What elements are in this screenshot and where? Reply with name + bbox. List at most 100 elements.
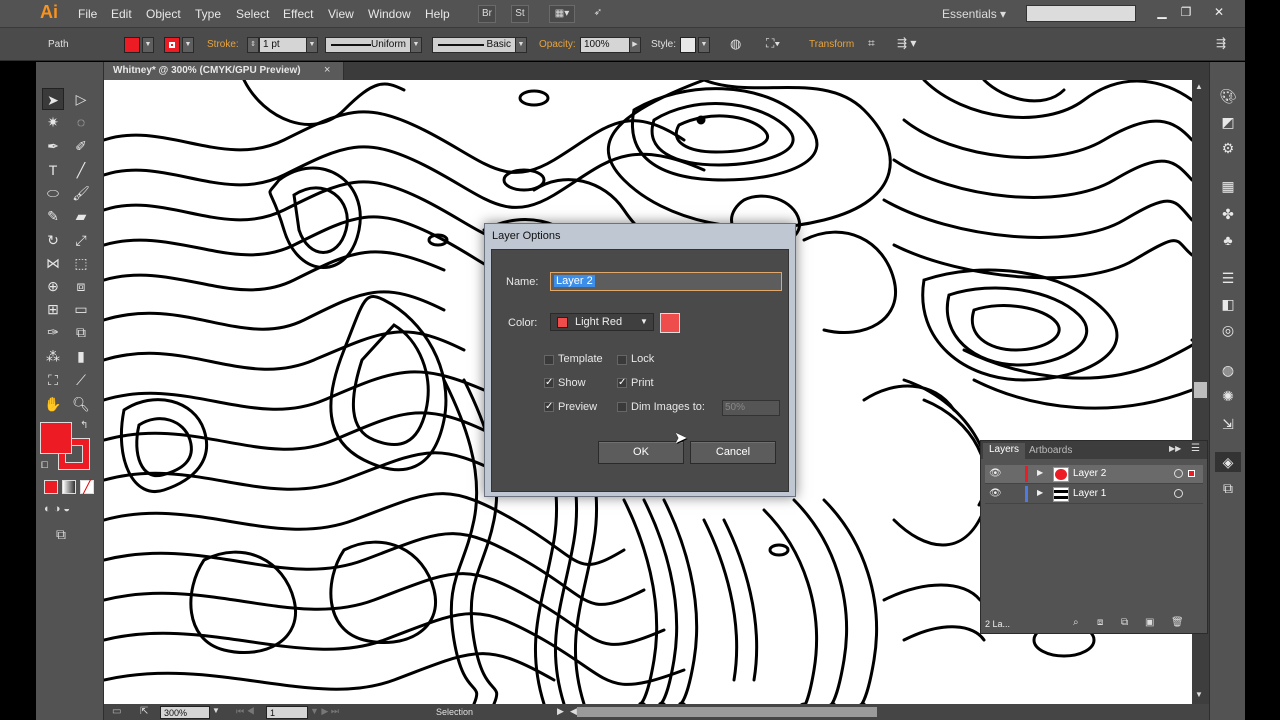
stroke-weight-dropdown-icon[interactable]: ▼ xyxy=(306,37,318,53)
layer-row-1[interactable]: 👁︎ ▶ Layer 1 xyxy=(985,485,1203,504)
status-arrow-icon[interactable]: ▶ xyxy=(557,706,564,717)
layer-name-input[interactable]: Layer 2 xyxy=(550,272,782,291)
document-close-icon[interactable]: × xyxy=(324,64,330,76)
swap-fill-stroke-icon[interactable]: ↰ xyxy=(80,420,88,431)
layer-selection-indicator[interactable] xyxy=(1188,470,1195,477)
isolate-icon[interactable]: ⌗ xyxy=(868,36,875,51)
mesh-tool-icon[interactable]: ⊞ xyxy=(42,298,64,320)
menu-object[interactable]: Object xyxy=(146,7,181,21)
fill-color-box[interactable] xyxy=(40,422,72,454)
show-checkbox[interactable]: ✓ xyxy=(544,378,554,388)
graphic-styles-icon[interactable]: ✺ xyxy=(1215,386,1241,406)
selection-tool-icon[interactable]: ➤ xyxy=(42,88,64,110)
recolor-artwork-icon[interactable]: ◍ xyxy=(730,36,741,52)
stroke-dropdown-icon[interactable]: ▼ xyxy=(182,37,194,53)
template-checkbox[interactable] xyxy=(544,355,554,365)
eraser-tool-icon[interactable]: ▰ xyxy=(70,205,92,227)
profile-dropdown-icon[interactable]: ▼ xyxy=(410,37,422,53)
brush-dropdown-icon[interactable]: ▼ xyxy=(515,37,527,53)
brush-definition[interactable]: Basic xyxy=(432,37,516,53)
scroll-down-icon[interactable]: ▼ xyxy=(1195,690,1203,699)
paintbrush-tool-icon[interactable]: 🖌 xyxy=(70,182,92,204)
stroke-label[interactable]: Stroke: xyxy=(207,39,239,50)
layer-target-icon[interactable] xyxy=(1174,469,1183,478)
direct-selection-tool-icon[interactable]: ▷ xyxy=(70,88,92,110)
zoom-level-field[interactable]: 300% xyxy=(160,706,210,719)
locate-object-icon[interactable]: ⌕ xyxy=(1073,617,1079,628)
stroke-color-swatch[interactable] xyxy=(164,37,180,53)
bridge-button[interactable]: Br xyxy=(478,5,496,23)
line-tool-icon[interactable]: ╱ xyxy=(70,159,92,181)
control-panel-menu-icon[interactable]: ⇶ xyxy=(1216,36,1226,50)
transform-label[interactable]: Transform xyxy=(809,39,854,50)
fill-dropdown-icon[interactable]: ▼ xyxy=(142,37,154,53)
default-fill-stroke-icon[interactable]: ⧠ xyxy=(41,460,48,471)
arrange-documents-icon[interactable]: ▦▾ xyxy=(549,5,575,23)
vertical-scroll-thumb[interactable] xyxy=(1194,382,1207,398)
horizontal-scroll-thumb[interactable] xyxy=(577,707,877,717)
custom-color-swatch[interactable] xyxy=(660,313,680,333)
pen-tool-icon[interactable]: ✒ xyxy=(42,135,64,157)
help-search-input[interactable] xyxy=(1026,5,1136,22)
preview-checkbox[interactable]: ✓ xyxy=(544,402,554,412)
tab-layers[interactable]: Layers xyxy=(983,443,1026,459)
export-icon[interactable]: ⇱ xyxy=(140,706,148,717)
none-mode-icon[interactable]: ╱ xyxy=(80,480,94,494)
visibility-eye-icon[interactable]: 👁︎ xyxy=(989,488,1002,499)
menu-file[interactable]: File xyxy=(78,7,97,21)
pencil-tool-icon[interactable]: ✎ xyxy=(42,205,64,227)
hand-tool-icon[interactable]: ✋ xyxy=(42,393,64,415)
free-transform-tool-icon[interactable]: ⬚ xyxy=(70,252,92,274)
layers-panel-icon[interactable]: ◈ xyxy=(1215,452,1241,472)
gradient-tool-icon[interactable]: ▭ xyxy=(70,298,92,320)
visibility-eye-icon[interactable]: 👁︎ xyxy=(989,468,1002,479)
eyedropper-tool-icon[interactable]: ✑ xyxy=(42,321,64,343)
menu-view[interactable]: View xyxy=(328,7,354,21)
stroke-stepper-icon[interactable]: ⇕ xyxy=(247,37,259,53)
dim-images-input[interactable]: 50% xyxy=(722,400,780,416)
menu-select[interactable]: Select xyxy=(236,7,269,21)
minimize-icon[interactable]: ▁ xyxy=(1149,3,1175,21)
lock-checkbox[interactable] xyxy=(617,355,627,365)
stroke-weight-field[interactable]: 1 pt xyxy=(259,37,307,53)
color-guide-icon[interactable]: ◩ xyxy=(1215,112,1241,132)
transparency-icon[interactable]: ◎ xyxy=(1215,320,1241,340)
artboard-number-field[interactable]: 1 xyxy=(266,706,308,719)
lasso-tool-icon[interactable]: ◌ xyxy=(70,111,92,133)
color-mode-icon[interactable] xyxy=(44,480,58,494)
brushes-icon[interactable]: ✤ xyxy=(1215,204,1241,224)
align-to-icon[interactable]: ⛶▾ xyxy=(766,36,780,51)
first-artboard-icon[interactable]: ⏮ ◀ xyxy=(236,706,255,717)
menu-edit[interactable]: Edit xyxy=(111,7,132,21)
scroll-up-icon[interactable]: ▲ xyxy=(1195,82,1203,91)
arrange-icon[interactable]: ⇶ ▾ xyxy=(897,36,916,50)
screen-mode-icon[interactable]: ⧉ xyxy=(56,526,66,543)
zoom-tool-icon[interactable]: 🔍︎ xyxy=(70,393,92,415)
type-tool-icon[interactable]: T xyxy=(42,159,64,181)
ok-button[interactable]: OK xyxy=(598,441,684,464)
workspace-switcher[interactable]: Essentials ▾ xyxy=(942,7,1006,21)
stroke-panel-icon[interactable]: ☰ xyxy=(1215,268,1241,288)
drawing-modes-icon[interactable]: ◐ ◑ ◒ xyxy=(44,503,70,515)
symbols-icon[interactable]: ♣ xyxy=(1215,230,1241,250)
color-panel-icon[interactable]: 🎨︎ xyxy=(1215,86,1241,106)
asset-export-icon[interactable]: ⇲ xyxy=(1215,414,1241,434)
artboards-panel-icon[interactable]: ⧉ xyxy=(1215,478,1241,498)
style-dropdown-icon[interactable]: ▼ xyxy=(698,37,710,53)
ellipse-tool-icon[interactable]: ⬭ xyxy=(42,182,64,204)
recolor-icon[interactable]: ⚙ xyxy=(1215,138,1241,158)
rotate-tool-icon[interactable]: ↻ xyxy=(42,229,64,251)
column-graph-tool-icon[interactable]: ▮ xyxy=(70,345,92,367)
layer-name[interactable]: Layer 1 xyxy=(1073,488,1106,499)
menu-type[interactable]: Type xyxy=(195,7,221,21)
panel-menu-icon[interactable]: ☰ xyxy=(1191,443,1200,454)
variable-width-profile[interactable]: Uniform xyxy=(325,37,411,53)
gradient-mode-icon[interactable] xyxy=(62,480,76,494)
layer-target-icon[interactable] xyxy=(1174,489,1183,498)
menu-help[interactable]: Help xyxy=(425,7,450,21)
next-artboard-icon[interactable]: ▼ ▶ ⏭ xyxy=(310,706,339,717)
make-clipping-mask-icon[interactable]: ⧈ xyxy=(1097,617,1103,628)
menu-effect[interactable]: Effect xyxy=(283,7,313,21)
document-tab[interactable]: Whitney* @ 300% (CMYK/GPU Preview) × xyxy=(104,62,344,80)
menu-window[interactable]: Window xyxy=(368,7,411,21)
